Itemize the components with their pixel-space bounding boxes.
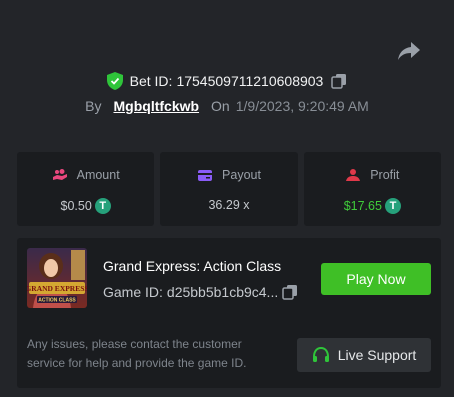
- username-link[interactable]: Mgbqltfckwb: [114, 98, 200, 114]
- wallet-icon: [198, 170, 213, 181]
- on-label: On: [211, 98, 230, 114]
- amount-label: Amount: [76, 168, 120, 182]
- profit-value: $17.65: [343, 199, 382, 213]
- profit-label: Profit: [370, 168, 400, 182]
- play-now-button[interactable]: Play Now: [321, 263, 431, 295]
- bet-id-value: 1754509711210608903: [176, 73, 324, 89]
- game-card: GRAND EXPRESS ACTION CLASS Grand Express…: [17, 238, 441, 388]
- thumbnail-subtitle: ACTION CLASS: [38, 298, 76, 304]
- payout-label: Payout: [222, 168, 261, 182]
- share-icon[interactable]: [397, 40, 421, 62]
- bet-id-row: Bet ID: 1754509711210608903: [0, 70, 454, 92]
- bet-stats: Amount $0.50 T Payout 36.29 x Profit $17…: [17, 152, 441, 226]
- profit-card: Profit $17.65 T: [303, 152, 441, 226]
- profit-person-icon: [346, 169, 361, 181]
- headset-icon: [312, 346, 329, 362]
- verified-shield-icon: [106, 72, 123, 90]
- by-label: By: [85, 98, 102, 114]
- game-id-row: Game ID: d25bb5b1cb9c4...: [103, 284, 298, 300]
- amount-value: $0.50: [60, 199, 92, 213]
- bet-datetime: 1/9/2023, 9:20:49 AM: [235, 98, 369, 114]
- game-thumbnail[interactable]: GRAND EXPRESS ACTION CLASS: [27, 248, 87, 308]
- bettor-row: By Mgbqltfckwb On 1/9/2023, 9:20:49 AM: [0, 96, 454, 116]
- game-id-value: d25bb5b1cb9c4...: [166, 284, 279, 300]
- live-support-label: Live Support: [337, 347, 417, 363]
- copy-game-id-icon[interactable]: [282, 284, 298, 300]
- payout-card: Payout 36.29 x: [160, 152, 298, 226]
- hand-coins-icon: [52, 169, 67, 180]
- bet-id-label: Bet ID:: [129, 73, 173, 89]
- game-id-label: Game ID:: [103, 284, 163, 300]
- payout-value: 36.29 x: [208, 198, 250, 212]
- amount-card: Amount $0.50 T: [17, 152, 155, 226]
- game-title: Grand Express: Action Class: [103, 258, 282, 274]
- copy-bet-id-icon[interactable]: [331, 73, 347, 89]
- tether-coin-icon: T: [94, 198, 111, 214]
- live-support-button[interactable]: Live Support: [297, 338, 431, 372]
- thumbnail-title: GRAND EXPRESS: [27, 284, 87, 293]
- support-notice: Any issues, please contact the customer …: [27, 337, 247, 370]
- tether-coin-icon: T: [384, 198, 401, 214]
